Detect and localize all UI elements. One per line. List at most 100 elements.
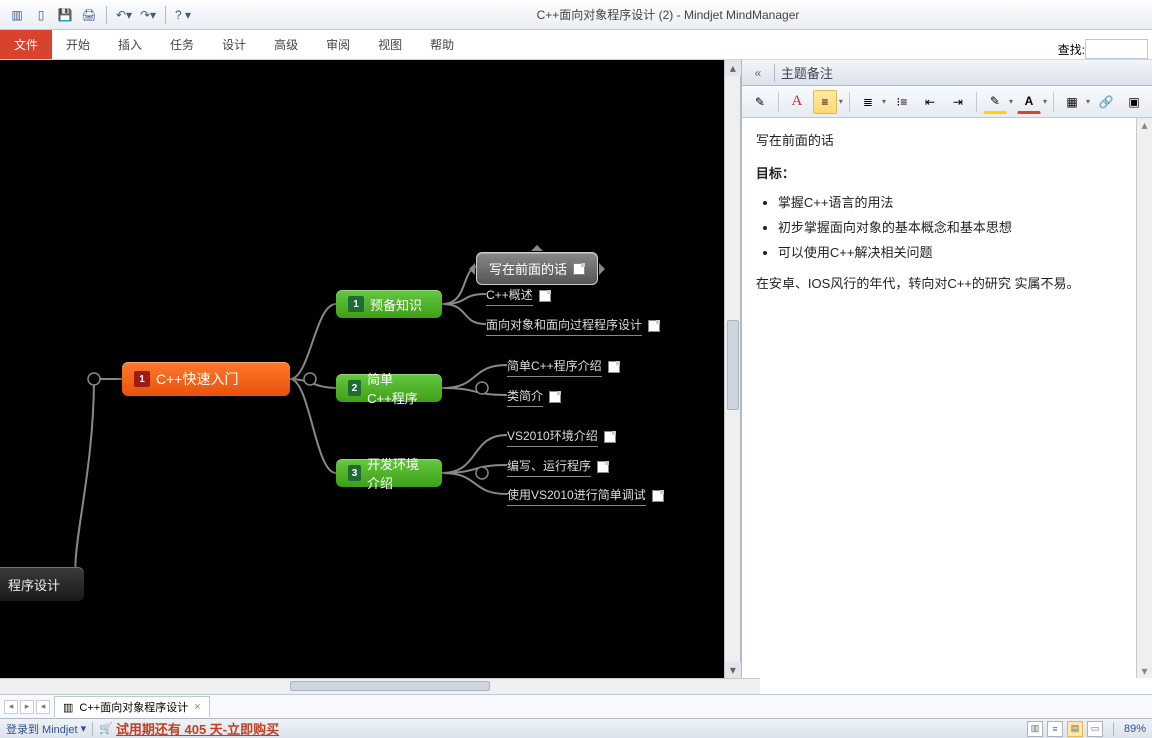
leaf-node[interactable]: 简单C++程序介绍 bbox=[507, 357, 620, 377]
leaf-node[interactable]: C++概述 bbox=[486, 286, 551, 306]
tab-start[interactable]: 开始 bbox=[52, 30, 104, 59]
list-item: 掌握C++语言的用法 bbox=[778, 192, 1122, 211]
notes-bullets: 掌握C++语言的用法 初步掌握面向对象的基本概念和基本思想 可以使用C++解决相… bbox=[778, 192, 1122, 261]
find-input[interactable] bbox=[1085, 39, 1148, 59]
branch-label: 简单C++程序 bbox=[367, 369, 430, 407]
collapse-icon[interactable]: « bbox=[748, 66, 768, 80]
title-bar: ▥ ▯ 💾 🖨 ↶▾ ↷▾ ? ▾ C++面向对象程序设计 (2) - Mind… bbox=[0, 0, 1152, 30]
scroll-down-icon: ▾ bbox=[1141, 664, 1147, 678]
tab-review[interactable]: 审阅 bbox=[312, 30, 364, 59]
leaf-node[interactable]: 类简介 bbox=[507, 387, 561, 407]
status-bar: 登录到 Mindjet ▾ 🛒 试用期还有 405 天-立即购买 ▥ ≡ ▤ ▭… bbox=[0, 718, 1152, 738]
tab-first-icon[interactable]: ◂ bbox=[4, 700, 18, 714]
scroll-up-icon: ▴ bbox=[1141, 118, 1147, 132]
notes-body[interactable]: 写在前面的话 目标： 掌握C++语言的用法 初步掌握面向对象的基本概念和基本思想… bbox=[742, 118, 1136, 678]
image-icon[interactable]: ▣ bbox=[1122, 90, 1146, 114]
badge-icon: 1 bbox=[348, 296, 364, 312]
mindmap-canvas[interactable]: 1 C++快速入门 1 预备知识 2 简单C++程序 3 开发环境介绍 写在前面… bbox=[0, 60, 741, 678]
view-outline-icon[interactable]: ≡ bbox=[1047, 721, 1063, 737]
leaf-node[interactable]: 使用VS2010进行简单调试 bbox=[507, 486, 664, 506]
leaf-label: 写在前面的话 bbox=[489, 259, 567, 278]
note-icon bbox=[648, 320, 660, 332]
notes-header: « 主题备注 bbox=[742, 60, 1152, 86]
note-icon bbox=[608, 361, 620, 373]
undo-icon[interactable]: ↶▾ bbox=[115, 6, 133, 24]
note-icon bbox=[549, 391, 561, 403]
tab-advanced[interactable]: 高级 bbox=[260, 30, 312, 59]
selected-leaf-node[interactable]: 写在前面的话 bbox=[476, 252, 598, 285]
help-icon[interactable]: ? ▾ bbox=[174, 6, 192, 24]
table-icon[interactable]: ▦ bbox=[1060, 90, 1084, 114]
align-icon[interactable]: ≡ bbox=[813, 90, 837, 114]
notes-first-line: 写在前面的话 bbox=[756, 130, 1122, 149]
branch-label: 开发环境介绍 bbox=[367, 454, 430, 492]
document-tabs: ◂ ▸ ◂ ▥ C++面向对象程序设计 × bbox=[0, 694, 1152, 718]
zoom-level[interactable]: 89% bbox=[1124, 723, 1146, 735]
redo-icon[interactable]: ↷▾ bbox=[139, 6, 157, 24]
branch-node-2[interactable]: 2 简单C++程序 bbox=[336, 374, 442, 402]
branch-node-3[interactable]: 3 开发环境介绍 bbox=[336, 459, 442, 487]
tab-help[interactable]: 帮助 bbox=[416, 30, 468, 59]
scroll-down-icon[interactable]: ▾ bbox=[725, 662, 741, 678]
outdent-icon[interactable]: ⇤ bbox=[918, 90, 942, 114]
root-node[interactable]: 1 C++快速入门 bbox=[122, 362, 290, 396]
font-color-icon[interactable]: A bbox=[1017, 90, 1041, 114]
tab-design[interactable]: 设计 bbox=[208, 30, 260, 59]
document-tab[interactable]: ▥ C++面向对象程序设计 × bbox=[54, 696, 210, 717]
scroll-thumb[interactable] bbox=[290, 681, 490, 691]
tab-file[interactable]: 文件 bbox=[0, 30, 52, 59]
note-icon bbox=[604, 431, 616, 443]
canvas-hscroll[interactable] bbox=[0, 678, 760, 694]
tab-last-icon[interactable]: ◂ bbox=[36, 700, 50, 714]
notes-paragraph: 在安卓、IOS风行的年代，转向对C++的研究 实属不易。 bbox=[756, 273, 1122, 292]
view-slide-icon[interactable]: ▭ bbox=[1087, 721, 1103, 737]
badge-icon: 2 bbox=[348, 380, 361, 396]
parent-node-cut[interactable]: 程序设计 bbox=[0, 567, 84, 601]
leaf-node[interactable]: 面向对象和面向过程程序设计 bbox=[486, 316, 660, 336]
note-icon bbox=[539, 290, 551, 302]
tab-task[interactable]: 任务 bbox=[156, 30, 208, 59]
scroll-up-icon[interactable]: ▴ bbox=[725, 60, 741, 76]
quick-access-toolbar: ▥ ▯ 💾 🖨 ↶▾ ↷▾ ? ▾ bbox=[8, 6, 192, 24]
root-label: C++快速入门 bbox=[156, 369, 238, 389]
note-icon bbox=[652, 490, 664, 502]
numbered-list-icon[interactable]: ≣ bbox=[856, 90, 880, 114]
login-link[interactable]: 登录到 Mindjet bbox=[6, 721, 78, 737]
tab-prev-icon[interactable]: ▸ bbox=[20, 700, 34, 714]
view-map-icon[interactable]: ▥ bbox=[1027, 721, 1043, 737]
save-icon[interactable]: 💾 bbox=[56, 6, 74, 24]
highlight-color-icon[interactable]: ✎ bbox=[983, 90, 1007, 114]
app-icon[interactable]: ▥ bbox=[8, 6, 26, 24]
branch-label: 预备知识 bbox=[370, 295, 422, 314]
leaf-node[interactable]: VS2010环境介绍 bbox=[507, 427, 616, 447]
find-label: 查找: bbox=[1058, 41, 1085, 58]
canvas-vscroll[interactable]: ▴ ▾ bbox=[724, 60, 740, 678]
window-title: C++面向对象程序设计 (2) - Mindjet MindManager bbox=[192, 6, 1144, 23]
font-icon[interactable]: A bbox=[785, 90, 809, 114]
new-icon[interactable]: ▯ bbox=[32, 6, 50, 24]
view-gantt-icon[interactable]: ▤ bbox=[1067, 721, 1083, 737]
buy-icon[interactable]: 🛒 bbox=[99, 722, 113, 735]
list-item: 初步掌握面向对象的基本概念和基本思想 bbox=[778, 217, 1122, 236]
list-item: 可以使用C++解决相关问题 bbox=[778, 242, 1122, 261]
leaf-node[interactable]: 编写、运行程序 bbox=[507, 457, 609, 477]
indent-icon[interactable]: ⇥ bbox=[946, 90, 970, 114]
close-icon[interactable]: × bbox=[194, 701, 200, 713]
find-box: 查找: bbox=[1058, 39, 1152, 59]
highlighter-icon[interactable]: ✎ bbox=[748, 90, 772, 114]
note-icon bbox=[597, 461, 609, 473]
notes-vscroll[interactable]: ▴▾ bbox=[1136, 118, 1152, 678]
tab-nav: ◂ ▸ ◂ bbox=[4, 700, 50, 714]
tab-insert[interactable]: 插入 bbox=[104, 30, 156, 59]
link-icon[interactable]: 🔗 bbox=[1094, 90, 1118, 114]
bullet-list-icon[interactable]: ⁝≡ bbox=[890, 90, 914, 114]
tab-view[interactable]: 视图 bbox=[364, 30, 416, 59]
scroll-thumb[interactable] bbox=[727, 320, 739, 410]
trial-link[interactable]: 试用期还有 405 天-立即购买 bbox=[116, 719, 279, 738]
branch-node-1[interactable]: 1 预备知识 bbox=[336, 290, 442, 318]
notes-toolbar: ✎ A ≡▾ ≣▾ ⁝≡ ⇤ ⇥ ✎▾ A▾ ▦▾ 🔗 ▣ bbox=[742, 86, 1152, 118]
notes-heading: 目标： bbox=[756, 163, 1122, 182]
doc-icon: ▥ bbox=[63, 701, 73, 714]
notes-title: 主题备注 bbox=[781, 63, 833, 82]
print-icon[interactable]: 🖨 bbox=[80, 6, 98, 24]
